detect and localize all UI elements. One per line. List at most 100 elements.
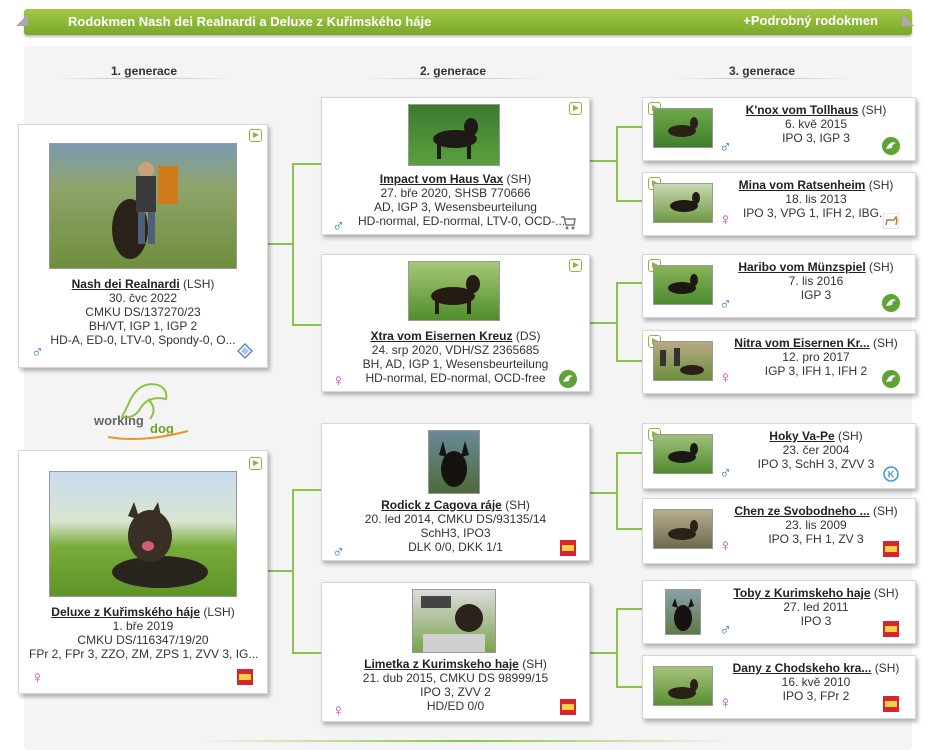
dog-exams: IPO 3, FPr 2: [782, 689, 850, 703]
dog-breed-code: (SH): [506, 172, 532, 186]
dog-birth-date: 23. lis 2009: [785, 518, 847, 532]
dog-exams: IPO 3, ZVV 2: [420, 685, 491, 699]
dog-birth-date: 16. kvě 2010: [781, 675, 851, 689]
dog-name[interactable]: Toby z Kurimskeho haje: [733, 586, 870, 600]
dog-card-g3-3: Haribo vom Münzspiel (SH) 7. lis 2016 IG…: [642, 254, 916, 318]
header-fold-left: [16, 14, 28, 26]
dog-photo-image: [668, 274, 698, 294]
generation-3-heading: 3. generace: [728, 64, 796, 78]
dog-name[interactable]: Dany z Chodskeho kra...: [733, 661, 872, 675]
dog-silhouette-icon: [883, 213, 899, 229]
dog-card-g3-5: Hoky Va-Pe (SH) 23. čer 2004 IPO 3, SchH…: [642, 423, 916, 489]
pedigree-title: Rodokmen Nash dei Realnardi a Deluxe z K…: [68, 14, 432, 29]
detailed-pedigree-link[interactable]: +Podrobný rodokmen: [743, 13, 878, 28]
female-icon: ♀: [719, 210, 732, 229]
dog-photo[interactable]: [653, 265, 713, 305]
club-badge-icon: K: [883, 466, 899, 482]
video-play-icon[interactable]: [569, 259, 582, 272]
video-play-icon[interactable]: [249, 457, 262, 470]
dog-card-g3-2: Mina vom Ratsenheim (SH) 18. lis 2013 IP…: [642, 172, 916, 236]
dog-birth-date: 1. bře 2019: [112, 619, 174, 633]
dog-photo-image: [660, 348, 704, 375]
dog-birth-registration: 24. srp 2020, VDH/SZ 2365685: [371, 343, 540, 357]
male-icon: ♂: [31, 342, 44, 361]
dog-birth-date: 12. pro 2017: [782, 350, 850, 364]
dog-photo[interactable]: [408, 104, 500, 166]
dog-name[interactable]: Xtra vom Eisernen Kreuz: [370, 329, 512, 343]
club-logo-icon: [882, 370, 900, 388]
dog-breed-code: (LSH): [203, 605, 235, 619]
dog-health: DLK 0/0, DKK 1/1: [408, 540, 503, 554]
connector: [588, 160, 618, 162]
dog-breed-code: (SH): [861, 103, 887, 117]
connector: [616, 452, 642, 454]
dog-photo-image: [670, 192, 700, 212]
dog-name[interactable]: Rodick z Cagova ráje: [381, 498, 502, 512]
dog-exams: IPO 3, SchH 3, ZVV 3: [757, 457, 875, 471]
dog-photo[interactable]: [653, 183, 713, 223]
dog-photo-image: [668, 520, 698, 540]
kennel-badge-icon: [237, 669, 253, 685]
dog-breed-code: (DS): [515, 329, 541, 343]
dog-name[interactable]: Chen ze Svobodneho ...: [734, 504, 869, 518]
dog-photo[interactable]: [653, 666, 713, 706]
dog-exams: AD, IGP 3, Wesensbeurteilung: [374, 200, 537, 214]
dog-birth-registration: 27. bře 2020, SHSB 770666: [380, 186, 531, 200]
dog-health: HD/ED 0/0: [426, 699, 485, 713]
dog-photo-image: [439, 441, 469, 487]
dog-card-g3-1: K'nox vom Tollhaus (SH) 6. kvě 2015 IPO …: [642, 97, 916, 161]
connector: [292, 324, 321, 326]
dog-photo-image: [672, 598, 694, 631]
connector: [616, 608, 618, 688]
dog-photo-image: [433, 118, 478, 159]
dog-name[interactable]: Nash dei Realnardi: [72, 277, 180, 291]
dog-name[interactable]: Mina vom Ratsenheim: [739, 178, 866, 192]
dog-photo[interactable]: [653, 434, 713, 474]
shop-cart-icon[interactable]: [560, 214, 576, 230]
dog-photo[interactable]: [665, 589, 701, 635]
dog-name[interactable]: K'nox vom Tollhaus: [746, 103, 859, 117]
dog-card-g3-6: Chen ze Svobodneho ... (SH) 23. lis 2009…: [642, 498, 916, 564]
male-icon: ♂: [719, 294, 732, 313]
dog-exams: IPO 3, VPG 1, IFH 2, IBG...: [742, 206, 890, 220]
dog-photo[interactable]: [49, 471, 237, 597]
club-logo-icon: [559, 370, 577, 388]
dog-photo-image: [421, 596, 485, 652]
dog-photo-image: [668, 443, 698, 463]
dog-breed-code: (SH): [873, 504, 898, 518]
dog-name[interactable]: Impact vom Haus Vax: [380, 172, 503, 186]
generation-2-heading: 2. generace: [419, 64, 487, 78]
dog-photo[interactable]: [408, 261, 500, 321]
dog-exams: FPr 2, FPr 3, ZZO, ZM, ZPS 1, ZVV 3, IG.…: [29, 647, 259, 661]
dog-photo[interactable]: [653, 108, 713, 148]
generation-1-divider: [54, 78, 234, 79]
dog-breed-code: (LSH): [183, 277, 215, 291]
dog-birth-registration: 20. led 2014, CMKU DS/93135/14: [364, 512, 547, 526]
dog-card-dam-sire: Rodick z Cagova ráje (SH) 20. led 2014, …: [321, 423, 590, 561]
male-icon: ♂: [719, 620, 732, 639]
dog-photo[interactable]: [653, 509, 713, 549]
connector: [266, 243, 294, 245]
dog-name[interactable]: Deluxe z Kuřimského háje: [51, 605, 200, 619]
connector: [616, 126, 642, 128]
kennel-badge-icon: [560, 699, 576, 715]
video-play-icon[interactable]: [249, 129, 262, 142]
dog-birth-registration: 21. dub 2015, CMKU DS 98999/15: [362, 671, 549, 685]
dog-photo[interactable]: [428, 430, 480, 494]
dog-card-g3-8: Dany z Chodskeho kra... (SH) 16. kvě 201…: [642, 655, 916, 719]
dog-photo[interactable]: [653, 341, 713, 381]
dog-name[interactable]: Nitra vom Eisernen Kr...: [734, 336, 869, 350]
dog-card-g3-4: Nitra vom Eisernen Kr... (SH) 12. pro 20…: [642, 330, 916, 394]
club-badge-icon: [237, 343, 253, 359]
dog-photo[interactable]: [412, 589, 496, 653]
dog-name[interactable]: Limetka z Kurimskeho haje: [364, 657, 519, 671]
svg-text:K: K: [888, 470, 895, 480]
video-play-icon[interactable]: [569, 102, 582, 115]
footer-divider: [200, 740, 730, 742]
dog-name[interactable]: Haribo vom Münzspiel: [738, 260, 865, 274]
dog-name[interactable]: Hoky Va-Pe: [769, 429, 834, 443]
connector: [292, 163, 294, 326]
dog-photo[interactable]: [49, 143, 237, 269]
connector: [588, 492, 618, 494]
logo-text-dog: dog: [150, 421, 174, 436]
